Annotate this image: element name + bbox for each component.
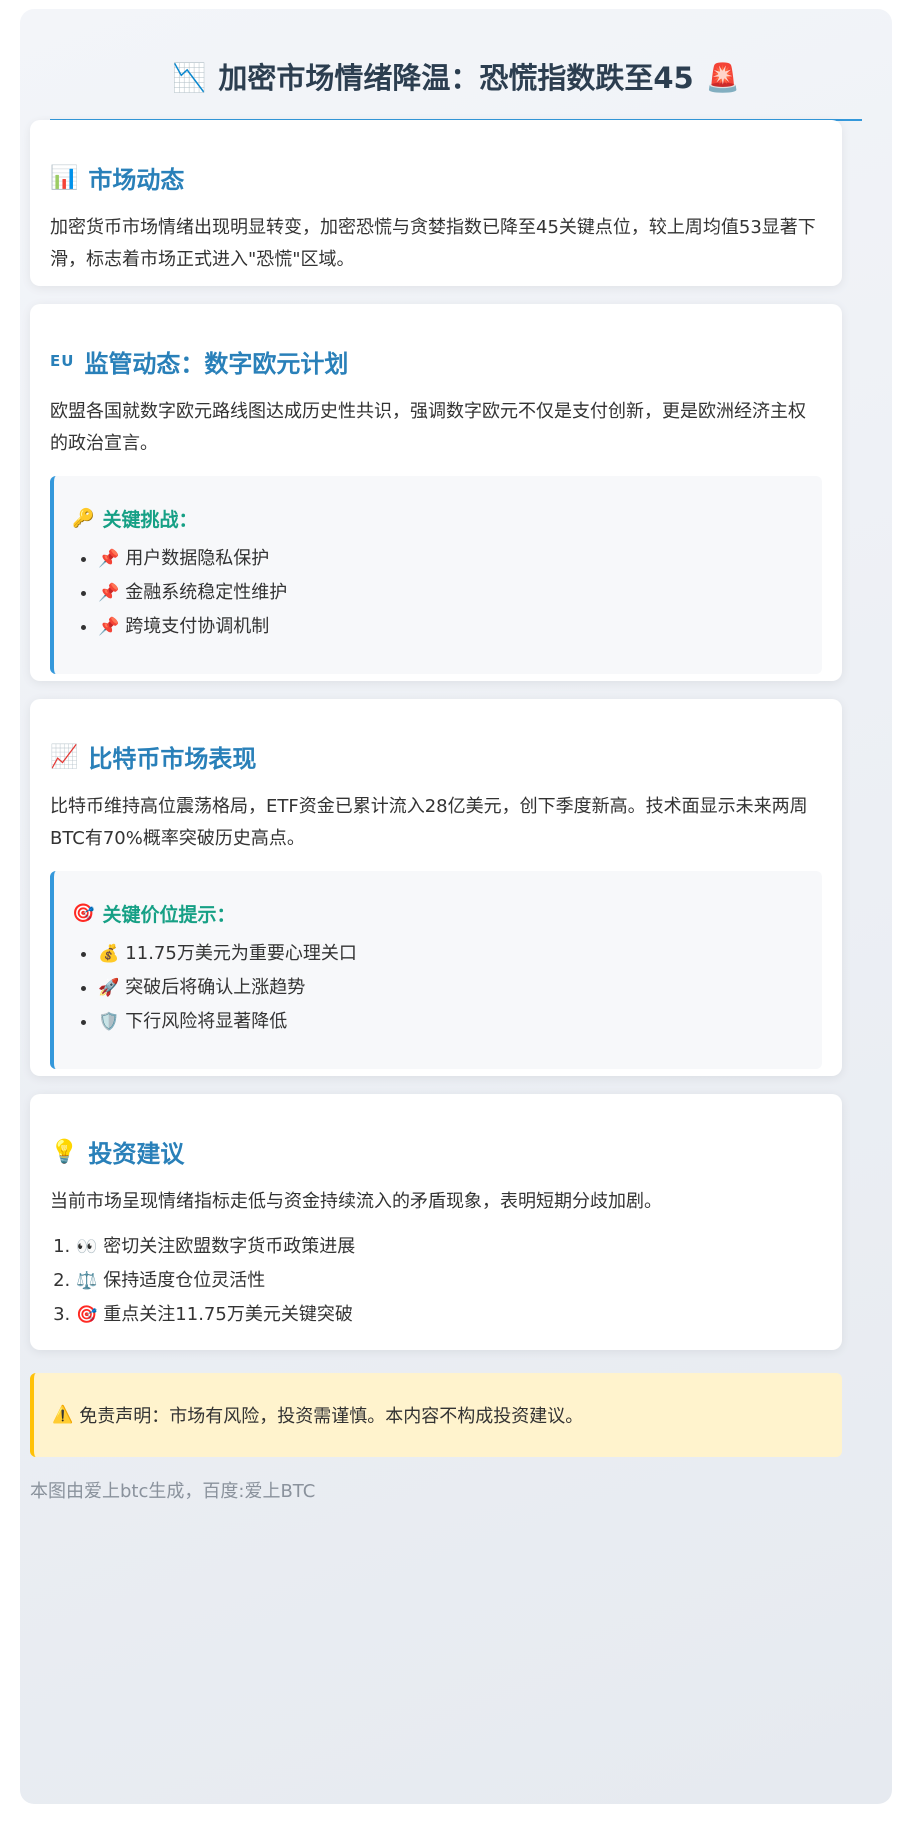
list-item-label: 下行风险将显著降低 [125, 1011, 288, 1032]
market-text: 加密货币市场情绪出现明显转变，加密恐慌与贪婪指数已降至45关键点位，较上周均值5… [50, 217, 816, 270]
rocket-icon: 🚀 [98, 978, 120, 998]
list-item: ⚖️保持适度仓位灵活性 [76, 1264, 822, 1298]
list-item-label: 11.75万美元为重要心理关口 [125, 943, 357, 964]
list-item: 📌用户数据隐私保护 [98, 542, 804, 576]
price-levels-list: 💰11.75万美元为重要心理关口 🚀突破后将确认上涨趋势 🛡️下行风险将显著降低 [72, 937, 804, 1039]
lightbulb-icon: 💡 [50, 1138, 79, 1165]
challenges-box: 🔑 关键挑战： 📌用户数据隐私保护 📌金融系统稳定性维护 📌跨境支付协调机制 [50, 476, 822, 674]
siren-icon: 🚨 [705, 62, 740, 94]
price-levels-title-text: 关键价位提示： [102, 903, 236, 926]
shield-icon: 🛡️ [98, 1012, 120, 1032]
list-item: 🎯重点关注11.75万美元关键突破 [76, 1298, 822, 1332]
scales-icon: ⚖️ [76, 1271, 98, 1291]
regulation-text: 欧盟各国就数字欧元路线图达成历史性共识，强调数字欧元不仅是支付创新，更是欧洲经济… [50, 401, 806, 454]
advice-card: 💡 投资建议 当前市场呈现情绪指标走低与资金持续流入的矛盾现象，表明短期分歧加剧… [30, 1094, 842, 1350]
list-item-label: 突破后将确认上涨趋势 [125, 977, 306, 998]
market-card: 📊 市场动态 加密货币市场情绪出现明显转变，加密恐慌与贪婪指数已降至45关键点位… [30, 120, 842, 286]
advice-title: 💡 投资建议 [50, 1134, 822, 1168]
page-title: 📉 加密市场情绪降温：恐慌指数跌至45 🚨 [50, 59, 862, 121]
bitcoin-title: 📈 比特币市场表现 [50, 739, 822, 773]
challenges-list: 📌用户数据隐私保护 📌金融系统稳定性维护 📌跨境支付协调机制 [72, 542, 804, 644]
list-item-label: 密切关注欧盟数字货币政策进展 [103, 1236, 356, 1257]
footer-text: 本图由爱上btc生成，百度:爱上BTC [30, 1481, 316, 1502]
bar-chart-icon: 📊 [50, 164, 79, 191]
pin-icon: 📌 [98, 583, 120, 603]
challenges-title-text: 关键挑战： [102, 508, 198, 531]
list-item: 📌金融系统稳定性维护 [98, 576, 804, 610]
target-icon: 🎯 [72, 902, 95, 924]
regulation-card: EU 监管动态：数字欧元计划 欧盟各国就数字欧元路线图达成历史性共识，强调数字欧… [30, 304, 842, 681]
pin-icon: 📌 [98, 549, 120, 569]
pin-icon: 📌 [98, 617, 120, 637]
disclaimer-box: ⚠️ 免责声明：市场有风险，投资需谨慎。本内容不构成投资建议。 [30, 1373, 842, 1457]
eyes-icon: 👀 [76, 1237, 98, 1257]
advice-text: 当前市场呈现情绪指标走低与资金持续流入的矛盾现象，表明短期分歧加剧。 [50, 1191, 662, 1212]
eu-flag-icon: EU [50, 352, 75, 370]
list-item-label: 用户数据隐私保护 [125, 548, 270, 569]
disclaimer-text: 免责声明：市场有风险，投资需谨慎。本内容不构成投资建议。 [79, 1406, 584, 1427]
price-levels-box: 🎯 关键价位提示： 💰11.75万美元为重要心理关口 🚀突破后将确认上涨趋势 🛡… [50, 871, 822, 1069]
regulation-title-text: 监管动态：数字欧元计划 [84, 349, 349, 378]
list-item: 💰11.75万美元为重要心理关口 [98, 937, 804, 971]
list-item: 🛡️下行风险将显著降低 [98, 1005, 804, 1039]
chart-up-icon: 📈 [50, 743, 79, 770]
key-icon: 🔑 [72, 507, 95, 529]
chart-down-icon: 📉 [172, 62, 207, 94]
list-item: 🚀突破后将确认上涨趋势 [98, 971, 804, 1005]
market-title: 📊 市场动态 [50, 160, 822, 194]
page-title-text: 加密市场情绪降温：恐慌指数跌至45 [218, 61, 694, 95]
list-item: 📌跨境支付协调机制 [98, 610, 804, 644]
list-item-label: 保持适度仓位灵活性 [103, 1270, 266, 1291]
list-item: 👀密切关注欧盟数字货币政策进展 [76, 1230, 822, 1264]
bitcoin-text: 比特币维持高位震荡格局，ETF资金已累计流入28亿美元，创下季度新高。技术面显示… [50, 796, 808, 849]
bitcoin-title-text: 比特币市场表现 [88, 744, 257, 773]
list-item-label: 跨境支付协调机制 [125, 616, 270, 637]
bitcoin-card: 📈 比特币市场表现 比特币维持高位震荡格局，ETF资金已累计流入28亿美元，创下… [30, 699, 842, 1076]
advice-title-text: 投资建议 [88, 1139, 185, 1168]
warning-icon: ⚠️ [52, 1405, 74, 1425]
money-bag-icon: 💰 [98, 944, 120, 964]
target-icon: 🎯 [76, 1305, 98, 1325]
list-item-label: 金融系统稳定性维护 [125, 582, 288, 603]
regulation-title: EU 监管动态：数字欧元计划 [50, 344, 822, 378]
price-levels-title: 🎯 关键价位提示： [72, 899, 804, 927]
challenges-title: 🔑 关键挑战： [72, 504, 804, 532]
market-title-text: 市场动态 [88, 165, 185, 194]
list-item-label: 重点关注11.75万美元关键突破 [103, 1304, 353, 1325]
advice-list: 👀密切关注欧盟数字货币政策进展 ⚖️保持适度仓位灵活性 🎯重点关注11.75万美… [50, 1230, 822, 1332]
